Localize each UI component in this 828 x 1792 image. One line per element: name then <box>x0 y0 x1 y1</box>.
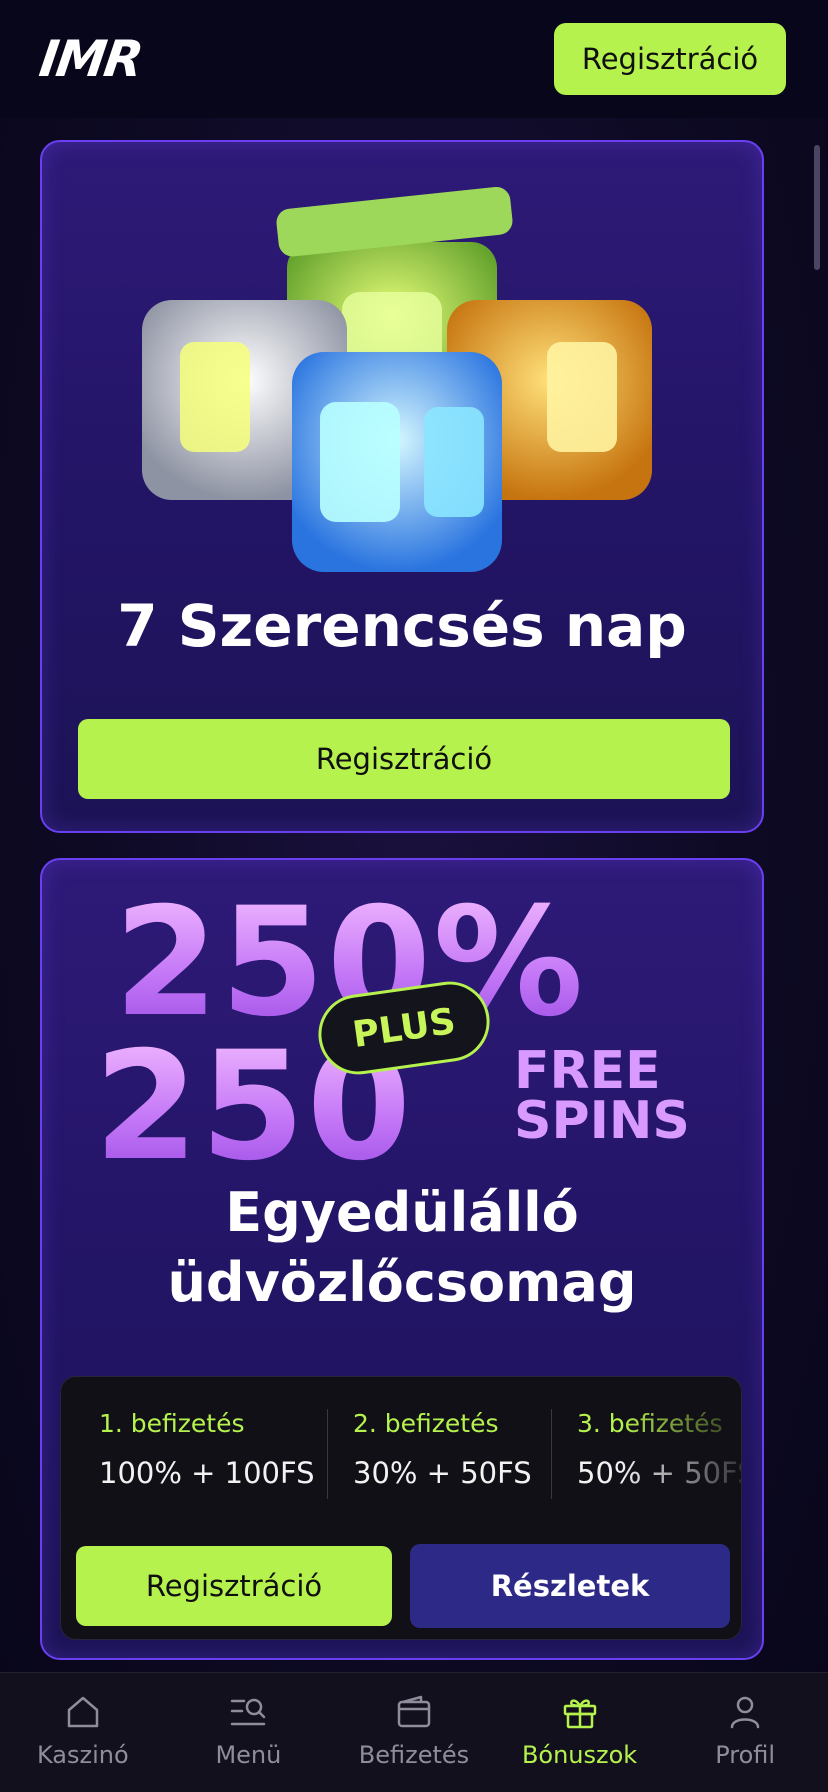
scrollbar[interactable] <box>814 145 820 270</box>
free-spins-label-line-1: FREE <box>514 1041 661 1101</box>
nav-item-deposit[interactable]: Befizetés <box>331 1673 497 1792</box>
header-register-button[interactable]: Regisztráció <box>554 23 786 95</box>
lucky-days-card: 7 Szerencsés nap Regisztráció <box>40 140 764 833</box>
deposit-item: 2. befizetés 30% + 50FS <box>353 1409 532 1504</box>
free-spins-label-line-2: SPINS <box>514 1091 690 1151</box>
welcome-title-line-1: Egyedülálló <box>225 1181 579 1244</box>
nav-label: Befizetés <box>358 1741 470 1769</box>
wallet-icon <box>397 1695 431 1728</box>
welcome-package-title: Egyedülálló üdvözlőcsomag <box>42 1178 762 1318</box>
deposit-divider <box>327 1409 328 1499</box>
nav-item-menu[interactable]: Menü <box>166 1673 332 1792</box>
welcome-register-button[interactable]: Regisztráció <box>76 1546 392 1626</box>
deposit-list-fade <box>621 1377 741 1527</box>
lucky-days-title: 7 Szerencsés nap <box>117 592 687 660</box>
deposit-value: 100% + 100FS <box>99 1456 315 1490</box>
welcome-title-line-2: üdvözlőcsomag <box>167 1251 637 1314</box>
deposit-value: 30% + 50FS <box>353 1456 532 1490</box>
page: IMR Regisztráció 7 Szerencsés nap Regisz… <box>0 0 828 1792</box>
mystery-boxes-illustration <box>142 186 652 572</box>
nav-item-profile[interactable]: Profil <box>662 1673 828 1792</box>
nav-label: Bónuszok <box>521 1741 638 1769</box>
nav-label: Profil <box>715 1741 776 1769</box>
home-icon <box>67 1696 99 1728</box>
welcome-bonus-graphic: 250% 250 FREE SPINS PLUS <box>42 860 762 1182</box>
menu-search-icon <box>231 1698 266 1726</box>
lucky-days-register-button[interactable]: Regisztráció <box>78 719 730 799</box>
nav-label: Menü <box>215 1741 282 1769</box>
deposit-divider <box>551 1409 552 1499</box>
bottom-navigation: Kaszinó Menü Befizetés Bónuszok Profil <box>0 1672 828 1792</box>
deposit-item: 1. befizetés 100% + 100FS <box>99 1409 315 1504</box>
nav-label: Kaszinó <box>36 1741 129 1769</box>
user-icon <box>730 1696 760 1729</box>
details-button[interactable]: Részletek <box>410 1544 730 1628</box>
free-spins-label: FREE SPINS <box>514 1041 690 1151</box>
top-bar: IMR Regisztráció <box>0 0 828 118</box>
nav-item-bonuses[interactable]: Bónuszok <box>497 1673 663 1792</box>
welcome-package-card: 250% 250 FREE SPINS PLUS Egyedülálló üdv… <box>40 858 764 1660</box>
gift-icon <box>563 1699 596 1729</box>
logo[interactable]: IMR <box>36 30 145 88</box>
deposit-label: 2. befizetés <box>353 1409 499 1438</box>
nav-item-casino[interactable]: Kaszinó <box>0 1673 166 1792</box>
deposit-label: 1. befizetés <box>99 1409 245 1438</box>
